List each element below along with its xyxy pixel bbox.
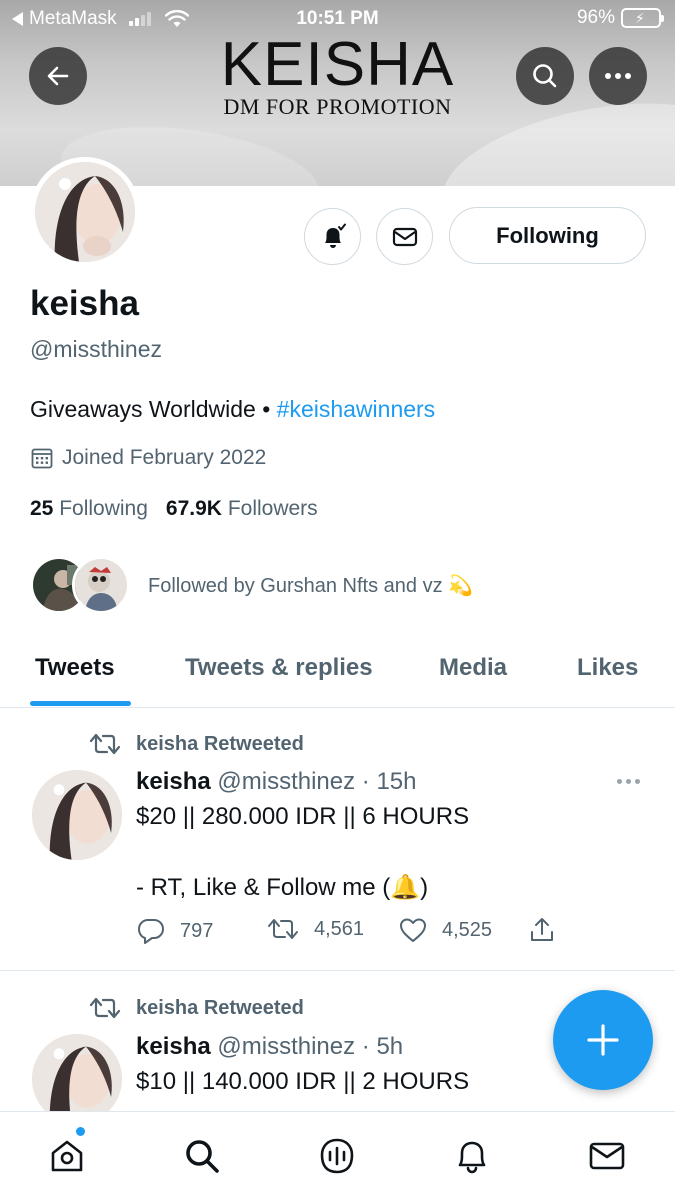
tweet-author-avatar[interactable] (32, 770, 122, 860)
nav-notifications[interactable] (448, 1132, 496, 1180)
join-date: Joined February 2022 (30, 446, 266, 470)
tweet-author-name[interactable]: keisha (136, 1033, 211, 1060)
tweet-more-button[interactable] (617, 779, 640, 784)
share-button[interactable] (528, 916, 556, 944)
join-date-text: Joined February 2022 (62, 446, 267, 469)
spaces-icon (320, 1138, 354, 1174)
new-content-dot (76, 1127, 85, 1136)
retweet-context: keisha Retweeted (88, 996, 304, 1020)
tweet-actions: 797 4,561 4,525 (136, 916, 566, 950)
avatar-image (35, 162, 135, 262)
plus-icon (587, 1024, 619, 1056)
heart-icon (400, 918, 426, 942)
retweet-icon (89, 997, 121, 1019)
profile-tabs: Tweets Tweets & replies Media Likes (0, 640, 675, 708)
nav-home[interactable] (43, 1132, 91, 1180)
following-count-link[interactable]: 25 Following (30, 497, 148, 521)
followers-count-link[interactable]: 67.9K Followers (166, 497, 318, 521)
nav-spaces[interactable] (313, 1132, 361, 1180)
nav-messages[interactable] (583, 1132, 631, 1180)
status-bar: MetaMask 10:51 PM 96% ⚡ (0, 0, 675, 38)
display-name: keisha (30, 284, 139, 323)
tweet-divider (0, 970, 675, 971)
nav-explore[interactable] (178, 1132, 226, 1180)
back-button[interactable] (29, 47, 87, 105)
retweet-label: keisha Retweeted (136, 732, 304, 755)
bell-icon (458, 1141, 486, 1174)
battery-icon: ⚡ (621, 8, 664, 28)
like-count: 4,525 (442, 918, 493, 941)
retweet-label: keisha Retweeted (136, 996, 304, 1019)
user-handle: @missthinez (30, 336, 162, 362)
tab-tweets[interactable]: Tweets (35, 654, 115, 682)
bottom-navigation (0, 1111, 675, 1200)
tweet-handle-time: @missthinez · 15h (217, 768, 417, 795)
tab-likes[interactable]: Likes (577, 654, 638, 682)
bell-icon (324, 223, 346, 248)
active-tab-indicator (30, 701, 131, 706)
followers-count: 67.9K (165, 497, 222, 520)
tweet-header: keisha @missthinez · 15h (136, 768, 417, 796)
tab-media[interactable]: Media (439, 654, 507, 682)
more-icon (605, 73, 631, 79)
banner-title: KEISHA (220, 30, 455, 99)
follower-avatar (72, 556, 130, 614)
mail-icon (589, 1142, 625, 1170)
retweet-button[interactable]: 4,561 (266, 916, 364, 942)
notifications-toggle-button[interactable] (304, 208, 361, 265)
clock: 10:51 PM (296, 8, 379, 29)
bio-text: Giveaways Worldwide • (30, 396, 277, 422)
share-icon (531, 918, 553, 941)
retweet-context: keisha Retweeted (88, 732, 304, 756)
following-count: 25 (30, 497, 54, 520)
tweet-handle-time: @missthinez · 5h (217, 1033, 404, 1060)
tweet-header: keisha @missthinez · 5h (136, 1033, 403, 1061)
tweet-author-name[interactable]: keisha (136, 768, 211, 795)
retweet-icon (89, 733, 121, 755)
retweet-count: 4,561 (314, 917, 365, 940)
followed-by-row[interactable]: Followed by Gurshan Nfts and vz 💫 (30, 556, 473, 614)
calendar-icon (31, 448, 53, 469)
search-icon (186, 1140, 219, 1173)
reply-icon (138, 919, 164, 944)
followed-by-text: Followed by Gurshan Nfts and vz 💫 (148, 574, 474, 597)
search-button[interactable] (516, 47, 574, 105)
tab-tweets-and-replies[interactable]: Tweets & replies (185, 654, 373, 682)
battery-percent: 96% (576, 7, 615, 28)
mail-icon (392, 227, 417, 246)
following-count-label: Following (59, 497, 148, 520)
profile-avatar[interactable] (30, 157, 140, 267)
follow-counts: 25 Following 67.9K Followers (30, 497, 318, 521)
banner-subtitle: DM FOR PROMOTION (223, 94, 452, 119)
retweet-icon (268, 919, 298, 939)
bio-hashtag-link[interactable]: #keishawinners (277, 396, 436, 422)
profile-bio: Giveaways Worldwide • #keishawinners (30, 396, 435, 423)
following-button[interactable]: Following (449, 207, 646, 264)
message-button[interactable] (376, 208, 433, 265)
reply-count: 797 (180, 919, 214, 942)
search-icon (533, 64, 557, 88)
compose-tweet-button[interactable] (553, 990, 653, 1090)
more-options-button[interactable] (589, 47, 647, 105)
like-button[interactable]: 4,525 (398, 916, 492, 944)
tweet-text-line: $20 || 280.000 IDR || 6 HOURS (136, 803, 470, 830)
reply-button[interactable]: 797 (136, 916, 213, 946)
followers-count-label: Followers (227, 497, 318, 520)
tweet-text-line: - RT, Like & Follow me (🔔) (136, 874, 429, 901)
tweet-text-line: $10 || 140.000 IDR || 2 HOURS (136, 1068, 470, 1095)
home-icon (51, 1140, 83, 1172)
arrow-left-icon (47, 66, 69, 86)
